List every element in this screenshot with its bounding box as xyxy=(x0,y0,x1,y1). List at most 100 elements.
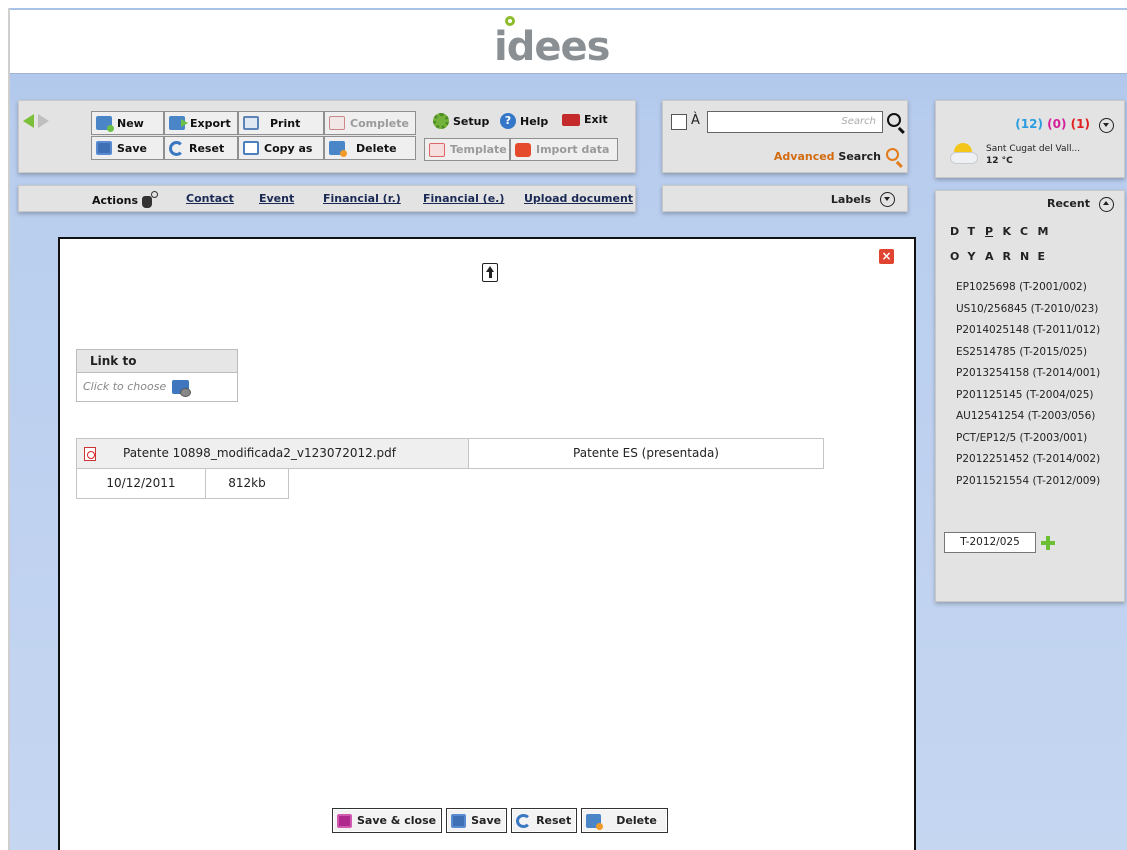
hand-pointer-icon xyxy=(140,191,158,209)
print-button[interactable]: Print xyxy=(238,111,324,135)
gear-icon xyxy=(433,113,449,129)
recent-item[interactable]: P2012251452 (T-2014/002) xyxy=(956,449,1100,471)
copy-icon xyxy=(243,141,259,155)
recent-item[interactable]: P2014025148 (T-2011/012) xyxy=(956,320,1100,342)
filter-letter[interactable]: A xyxy=(985,250,1003,263)
recent-item[interactable]: US10/256845 (T-2010/023) xyxy=(956,299,1100,321)
dialog-delete-button[interactable]: Delete xyxy=(581,808,668,833)
import-data-button[interactable]: Import data xyxy=(510,138,618,161)
filter-letter[interactable]: R xyxy=(1003,250,1021,263)
tab-event[interactable]: Event xyxy=(259,192,294,205)
filter-letter[interactable]: E xyxy=(1038,250,1056,263)
link-to-title: Link to xyxy=(77,350,237,373)
search-icon[interactable] xyxy=(887,113,901,127)
advanced-search-icon[interactable] xyxy=(886,148,899,161)
toolbar-panel: New Save Export Reset Print Copy as Comp… xyxy=(18,100,636,173)
save-label: Save xyxy=(117,141,147,155)
tab-financial-r[interactable]: Financial (r.) xyxy=(323,192,401,205)
filter-letter[interactable]: P xyxy=(985,225,1003,238)
advanced-label: Advanced xyxy=(773,150,835,163)
filter-letter[interactable]: K xyxy=(1003,225,1021,238)
labels-expand-icon[interactable] xyxy=(880,192,895,207)
search-checkbox[interactable] xyxy=(671,114,687,130)
upload-document-dialog: × Link to Click to choose Patente 10898_… xyxy=(58,237,916,850)
export-icon xyxy=(169,116,188,130)
recent-panel: Recent D T P K C M O Y A R N E EP1025698… xyxy=(935,190,1125,602)
notification-counts[interactable]: (12) (0) (1) xyxy=(1015,117,1090,131)
weather-icon xyxy=(950,143,978,165)
filter-letter[interactable]: O xyxy=(950,250,968,263)
exit-button[interactable]: Exit xyxy=(562,113,608,126)
choose-link-icon xyxy=(172,380,192,397)
weather-city: Sant Cugat del Vall... xyxy=(986,144,1081,154)
delete-button[interactable]: Delete xyxy=(324,136,416,160)
file-size: 812kb xyxy=(205,468,289,499)
advanced-search-link[interactable]: Advanced Search xyxy=(774,150,881,163)
recent-item[interactable]: EP1025698 (T-2001/002) xyxy=(956,277,1100,299)
recent-item[interactable]: AU12541254 (T-2003/056) xyxy=(956,406,1100,428)
filter-letter[interactable]: D xyxy=(950,225,968,238)
import-data-label: Import data xyxy=(536,143,610,156)
recent-item[interactable]: P201125145 (T-2004/025) xyxy=(956,385,1100,407)
reset-label: Reset xyxy=(189,141,225,155)
export-button[interactable]: Export xyxy=(164,111,238,135)
dialog-save-label: Save xyxy=(471,814,502,827)
file-name: Patente 10898_modificada2_v123072012.pdf xyxy=(123,446,397,460)
save-icon xyxy=(451,813,467,828)
tab-upload-document[interactable]: Upload document xyxy=(524,192,633,205)
complete-button[interactable]: Complete xyxy=(324,111,416,135)
upload-file-icon[interactable] xyxy=(482,263,498,282)
filter-letter[interactable]: M xyxy=(1038,225,1056,238)
status-panel: (12) (0) (1) Sant Cugat del Vall... 12 °… xyxy=(935,100,1125,178)
recent-filter-row-1: D T P K C M xyxy=(950,225,1055,238)
add-plus-icon[interactable] xyxy=(1041,536,1055,550)
reset-icon xyxy=(169,140,184,156)
save-close-button[interactable]: Save & close xyxy=(332,808,443,833)
filter-letter[interactable]: N xyxy=(1020,250,1038,263)
recent-item[interactable]: P2011521554 (T-2012/009) xyxy=(956,471,1100,493)
help-button[interactable]: ? Help xyxy=(500,113,548,129)
counts-expand-icon[interactable] xyxy=(1099,118,1114,133)
dialog-reset-button[interactable]: Reset xyxy=(511,808,578,833)
template-label: Template xyxy=(450,143,507,156)
advanced-search-label: Search xyxy=(838,150,881,163)
new-button[interactable]: New xyxy=(91,111,164,135)
recent-item[interactable]: ES2514785 (T-2015/025) xyxy=(956,342,1100,364)
exit-label: Exit xyxy=(584,113,608,126)
copy-as-button[interactable]: Copy as xyxy=(238,136,324,160)
idees-logo: idees xyxy=(494,16,610,72)
complete-label: Complete xyxy=(350,116,409,130)
exit-icon xyxy=(562,113,580,126)
recent-collapse-icon[interactable] xyxy=(1099,197,1114,212)
recent-title: Recent xyxy=(1046,197,1090,210)
dialog-button-bar: Save & close Save Reset Delete xyxy=(332,808,668,833)
dialog-delete-label: Delete xyxy=(616,814,657,827)
close-icon[interactable]: × xyxy=(879,249,894,264)
file-name-cell[interactable]: Patente 10898_modificada2_v123072012.pdf xyxy=(76,438,469,469)
recent-code-input[interactable]: T-2012/025 xyxy=(944,532,1036,553)
forward-arrow-icon[interactable] xyxy=(38,114,49,128)
nav-arrows xyxy=(23,114,49,128)
search-input[interactable]: Search xyxy=(707,111,883,133)
dialog-reset-label: Reset xyxy=(536,814,572,827)
filter-letter[interactable]: T xyxy=(968,225,986,238)
reset-button[interactable]: Reset xyxy=(164,136,238,160)
recent-item[interactable]: PCT/EP12/5 (T-2003/001) xyxy=(956,428,1100,450)
count-pink: (0) xyxy=(1047,117,1067,131)
back-arrow-icon[interactable] xyxy=(23,114,34,128)
export-label: Export xyxy=(190,116,231,130)
click-to-choose[interactable]: Click to choose xyxy=(77,373,237,401)
dialog-save-button[interactable]: Save xyxy=(446,808,508,833)
save-button[interactable]: Save xyxy=(91,136,164,160)
filter-letter[interactable]: Y xyxy=(968,250,986,263)
setup-button[interactable]: Setup xyxy=(433,113,489,129)
filter-letter[interactable]: C xyxy=(1020,225,1038,238)
recent-item[interactable]: P2013254158 (T-2014/001) xyxy=(956,363,1100,385)
file-description[interactable]: Patente ES (presentada) xyxy=(468,438,824,469)
tab-financial-e[interactable]: Financial (e.) xyxy=(423,192,504,205)
tab-actions[interactable]: Actions xyxy=(92,191,158,209)
tab-contact[interactable]: Contact xyxy=(186,192,234,205)
template-button[interactable]: Template xyxy=(424,138,510,161)
recent-filter-row-2: O Y A R N E xyxy=(950,250,1055,263)
labels-title: Labels xyxy=(830,193,871,206)
